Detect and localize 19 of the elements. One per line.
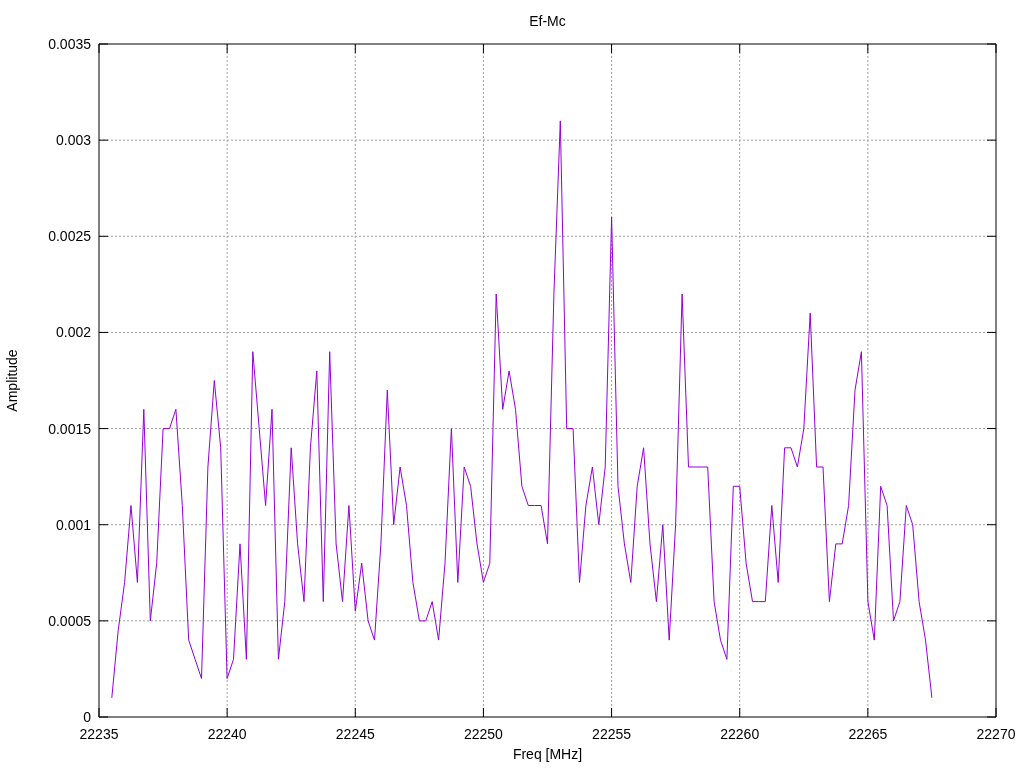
x-tick-label: 22240 <box>207 726 247 742</box>
y-tick-label: 0.001 <box>55 516 91 533</box>
x-tick-label: 22270 <box>976 726 1016 742</box>
y-tick-label: 0.0005 <box>48 612 91 629</box>
y-axis-label: Amplitude <box>4 349 20 412</box>
y-tick-label: 0.0035 <box>48 36 91 52</box>
x-tick-label: 22250 <box>463 726 503 742</box>
chart-title: Ef-Mc <box>529 13 566 29</box>
x-tick-label: 22245 <box>335 726 375 742</box>
x-tick-label: 22235 <box>79 726 119 742</box>
y-tick-label: 0 <box>83 709 91 725</box>
y-tick-label: 0.0025 <box>48 228 91 245</box>
x-tick-label: 22260 <box>720 726 760 742</box>
x-axis-label: Freq [MHz] <box>512 746 583 762</box>
y-tick-label: 0.0015 <box>48 420 91 437</box>
y-tick-label: 0.002 <box>55 324 91 341</box>
x-tick-label: 22255 <box>592 726 632 742</box>
y-tick-label: 0.003 <box>55 132 91 149</box>
x-tick-label: 22265 <box>848 726 888 742</box>
